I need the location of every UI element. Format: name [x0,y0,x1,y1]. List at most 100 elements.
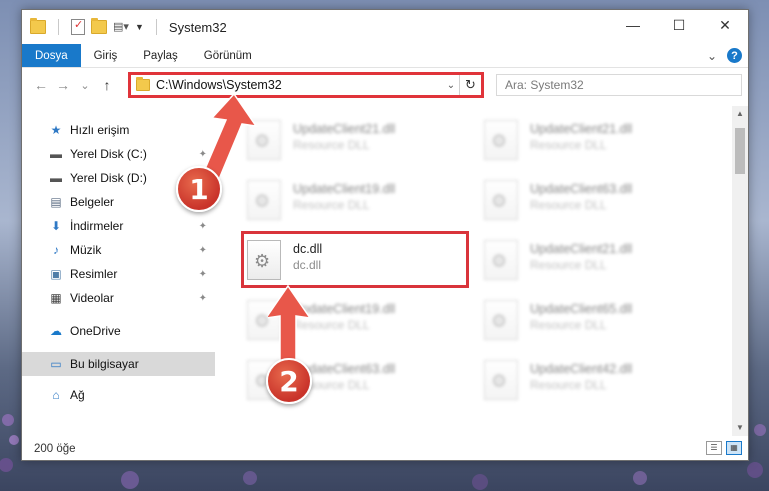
file-name: UpdateClient21.dll [530,122,633,136]
sidebar-item-pictures[interactable]: ▣ Resimler ✦ [22,262,215,286]
dll-file-icon [484,360,518,400]
tiles-view-icon[interactable]: ▦ [726,441,742,455]
sidebar-item-label: Resimler [70,267,118,281]
up-button[interactable]: ↑ [96,77,118,93]
music-icon: ♪ [53,243,59,257]
file-name: UpdateClient19.dll [293,182,396,196]
address-dropdown-icon[interactable]: ⌄ [443,80,459,91]
status-bar: 200 öğe ☰ ▦ [22,438,748,460]
network-icon: ⌂ [52,388,60,402]
forward-button[interactable]: → [52,77,74,93]
documents-icon: ▤ [50,195,62,209]
file-text: UpdateClient21.dll Resource DLL [293,118,395,152]
file-description: Resource DLL [293,198,370,212]
tab-file[interactable]: Dosya [22,44,81,67]
file-item[interactable]: UpdateClient21.dll Resource DLL [247,118,471,168]
sidebar-item-label: OneDrive [70,324,121,338]
details-view-icon[interactable]: ☰ [706,441,722,455]
refresh-button[interactable]: ↻ [459,75,481,95]
file-description: Resource DLL [530,318,607,332]
quick-access-toolbar: ▤▾ ▼ System32 [30,18,227,35]
file-item[interactable]: UpdateClient42.dll Resource DLL [484,358,708,408]
sidebar-item-label: Ağ [70,388,85,402]
view-switcher: ☰ ▦ [706,441,742,455]
title-bar: ▤▾ ▼ System32 — ☐ ✕ [22,10,748,44]
file-item[interactable]: UpdateClient63.dll Resource DLL [484,178,708,228]
selected-file-highlight [241,231,469,288]
pin-icon[interactable]: ✦ [199,245,207,256]
sidebar-item-music[interactable]: ♪ Müzik ✦ [22,238,215,262]
file-text: UpdateClient63.dll Resource DLL [530,178,632,212]
dll-file-icon [484,180,518,220]
file-name: UpdateClient21.dll [530,242,633,256]
file-item[interactable]: UpdateClient19.dll Resource DLL [247,178,471,228]
dll-file-icon [484,300,518,340]
file-description: Resource DLL [530,258,607,272]
tab-home[interactable]: Giriş [81,44,131,67]
pin-icon[interactable]: ✦ [199,293,207,304]
help-icon[interactable]: ? [727,48,742,63]
dll-file-icon [484,240,518,280]
sidebar-item-label: Yerel Disk (C:) [70,147,147,161]
drive-icon: ▬ [50,171,62,185]
sidebar-item-network[interactable]: ⌂ Ağ [22,383,215,407]
close-button[interactable]: ✕ [702,10,748,40]
file-description: Resource DLL [530,138,607,152]
scroll-up-icon[interactable]: ▲ [732,106,748,122]
tab-view[interactable]: Görünüm [191,44,265,67]
new-folder-icon[interactable] [91,18,107,34]
address-bar[interactable]: C:\Windows\System32 ⌄ ↻ [128,72,484,98]
title-divider [155,19,157,35]
callout-badge-1: 1 [176,166,222,212]
navigation-bar: ← → ⌄ ↑ C:\Windows\System32 ⌄ ↻ Ara: Sys… [22,70,748,100]
address-folder-icon [136,77,150,91]
search-input[interactable]: Ara: System32 [496,74,742,96]
file-text: UpdateClient21.dll Resource DLL [530,238,632,272]
sidebar-item-download[interactable]: ⬇ İndirmeler ✦ [22,214,215,238]
computer-icon: ▭ [50,357,62,371]
sidebar-item-label: Belgeler [70,195,115,209]
recent-locations-button[interactable]: ⌄ [74,79,96,92]
dll-file-icon [484,120,518,160]
file-text: UpdateClient42.dll Resource DLL [530,358,632,392]
navigation-pane: ★ Hızlı erişim ▬ Yerel Disk (C:) ✦ ▬ Yerel Dis… [22,106,215,436]
sidebar-item-cloud[interactable]: ☁ OneDrive [22,319,215,343]
file-text: UpdateClient19.dll Resource DLL [293,178,395,212]
file-item[interactable]: UpdateClient21.dll Resource DLL [484,118,708,168]
file-description: Resource DLL [293,138,370,152]
tab-share[interactable]: Paylaş [130,44,191,67]
customize-toolbar-icon[interactable]: ▤▾ [113,20,129,34]
sidebar-item-label: Videolar [70,291,114,305]
folder-icon [30,18,46,34]
address-path[interactable]: C:\Windows\System32 [156,78,443,92]
pin-icon[interactable]: ✦ [199,269,207,280]
sidebar-item-drive[interactable]: ▬ Yerel Disk (C:) ✦ [22,142,215,166]
pictures-icon: ▣ [50,267,62,281]
download-icon: ⬇ [50,219,62,233]
back-button[interactable]: ← [30,77,52,93]
sidebar-item-label: İndirmeler [70,219,124,233]
file-item[interactable]: UpdateClient65.dll Resource DLL [484,298,708,348]
scroll-thumb[interactable] [735,128,745,174]
window-controls: — ☐ ✕ [610,10,748,40]
sidebar-item-label: Hızlı erişim [70,123,130,137]
expand-ribbon-icon[interactable]: ⌄ [707,49,717,63]
sidebar-item-label: Yerel Disk (D:) [70,171,147,185]
file-name: UpdateClient65.dll [530,302,633,316]
file-item[interactable]: UpdateClient21.dll Resource DLL [484,238,708,288]
sidebar-item-star[interactable]: ★ Hızlı erişim [22,118,215,142]
file-description: Resource DLL [530,198,607,212]
maximize-button[interactable]: ☐ [656,10,702,40]
file-name: UpdateClient21.dll [293,122,396,136]
callout-badge-2: 2 [266,358,312,404]
toolbar-dropdown-icon[interactable]: ▼ [135,22,144,32]
sidebar-item-video[interactable]: ▦ Videolar ✦ [22,286,215,310]
properties-icon[interactable] [71,18,85,35]
star-icon: ★ [50,123,62,137]
vertical-scrollbar[interactable]: ▲ ▼ [732,106,748,436]
scroll-down-icon[interactable]: ▼ [732,420,748,436]
item-count: 200 öğe [34,443,76,455]
pin-icon[interactable]: ✦ [199,221,207,232]
minimize-button[interactable]: — [610,10,656,40]
sidebar-item-computer[interactable]: ▭ Bu bilgisayar [22,352,215,376]
